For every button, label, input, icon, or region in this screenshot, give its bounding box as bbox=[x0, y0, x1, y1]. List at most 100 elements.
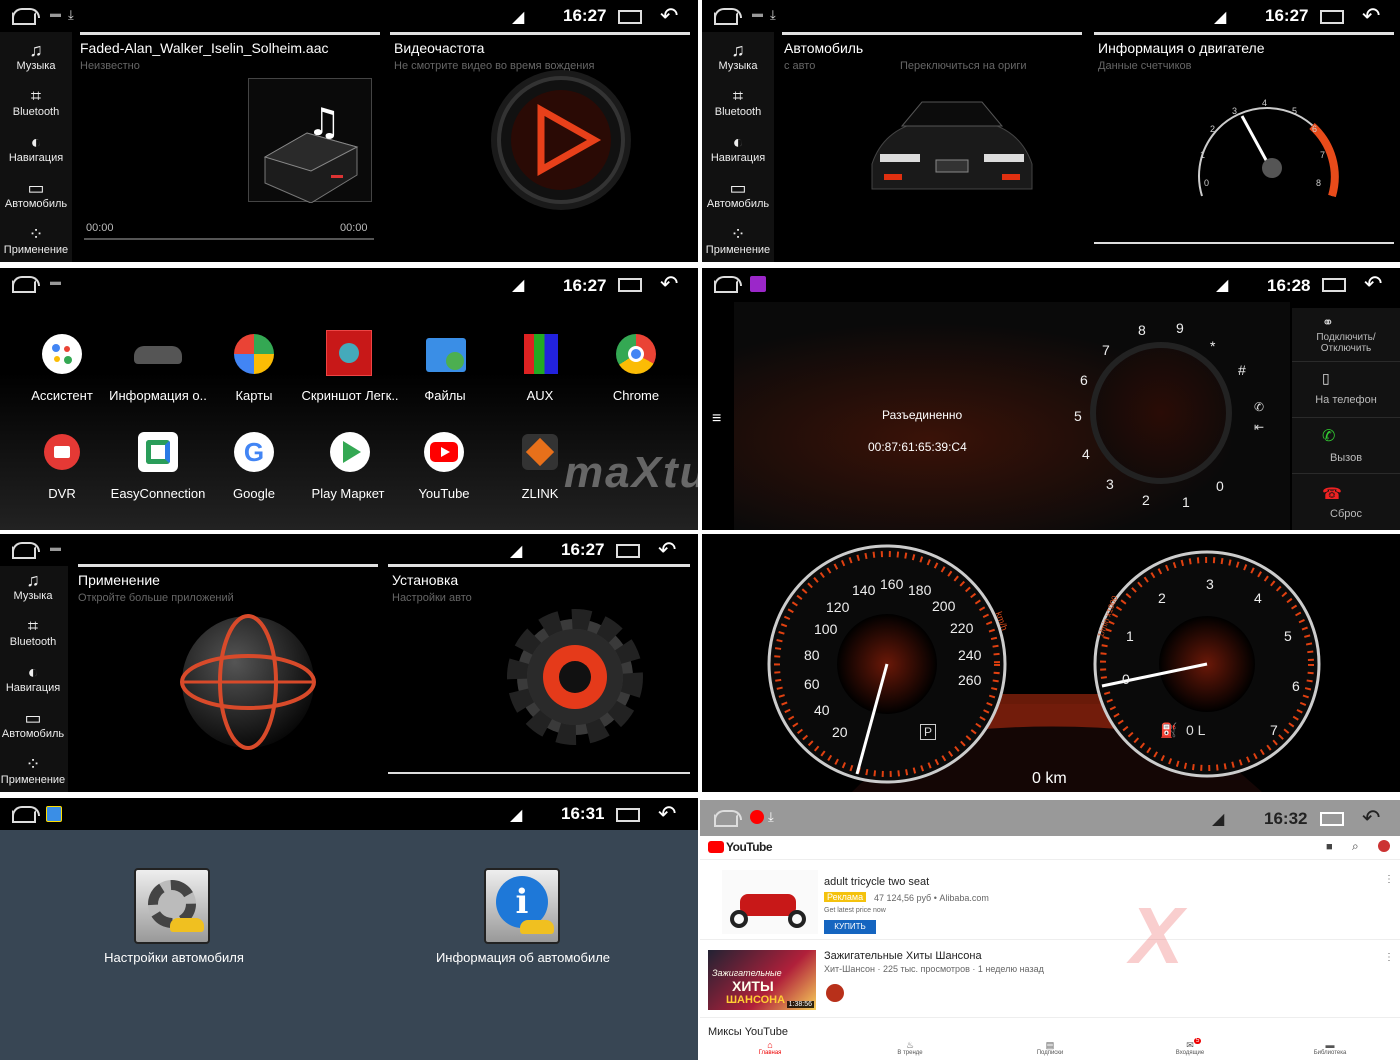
cast-icon[interactable]: ■ bbox=[1326, 841, 1333, 853]
settings-gear-icon bbox=[134, 868, 210, 944]
dial-key[interactable]: 3 bbox=[1106, 476, 1114, 492]
nav-label: Входящие bbox=[1175, 1050, 1205, 1056]
recents-icon[interactable] bbox=[618, 278, 642, 292]
dial-key[interactable]: 5 bbox=[1074, 408, 1082, 424]
sidebar-item-music[interactable]: ♫ Музыка bbox=[0, 570, 66, 602]
progress-bar[interactable] bbox=[84, 238, 374, 240]
account-icon[interactable] bbox=[1378, 840, 1390, 852]
recents-icon[interactable] bbox=[1320, 812, 1344, 826]
time-total: 00:00 bbox=[340, 222, 368, 234]
side-menu: ⚭ Подключить/ Отключить ▯ На телефон ✆ В… bbox=[1292, 308, 1400, 530]
home-icon[interactable] bbox=[12, 806, 40, 823]
home-icon[interactable] bbox=[714, 276, 742, 293]
home-icon[interactable] bbox=[12, 276, 40, 293]
dial-key[interactable]: 7 bbox=[1102, 342, 1110, 358]
sidebar-item-navigation[interactable]: ◐ Навигация bbox=[0, 662, 66, 694]
menu-hangup[interactable]: ☎ Сброс bbox=[1292, 476, 1400, 530]
home-icon[interactable] bbox=[714, 810, 742, 827]
dial-key[interactable]: 2 bbox=[1142, 492, 1150, 508]
home-icon[interactable] bbox=[12, 542, 40, 559]
yt-header: YouTube ■ ⌕ bbox=[700, 836, 1400, 860]
nav-library[interactable]: ▬ Библиотека bbox=[1300, 1040, 1360, 1056]
sidebar-item-car[interactable]: ▭ Автомобиль bbox=[0, 708, 66, 740]
sidebar-item-navigation[interactable]: ◐ Навигация bbox=[702, 132, 774, 164]
sidebar-item-apps[interactable]: ⁘ Применение bbox=[0, 224, 72, 256]
car-card[interactable]: Автомобиль с авто Переключиться на ориги bbox=[780, 36, 1086, 256]
dial-ring bbox=[1090, 342, 1232, 484]
home-icon[interactable] bbox=[12, 8, 40, 25]
home-icon[interactable] bbox=[714, 8, 742, 25]
more-icon[interactable]: ⋮ bbox=[1384, 874, 1394, 885]
inbox-icon: ✉ bbox=[1186, 1040, 1194, 1050]
video-card[interactable]: Видеочастота Не смотрите видео во время … bbox=[390, 36, 690, 256]
back-icon[interactable]: ↶ bbox=[660, 3, 678, 29]
sidebar-item-apps[interactable]: ⁘ Применение bbox=[702, 224, 774, 256]
back-icon[interactable]: ↶ bbox=[658, 537, 676, 563]
video-item[interactable]: Зажигательные ХИТЫ ШАНСОНА 1:38:56 Зажиг… bbox=[700, 942, 1400, 1018]
car-info-button[interactable]: i Информация об автомобиле bbox=[420, 868, 626, 978]
recents-icon[interactable] bbox=[1320, 10, 1344, 24]
nav-inbox[interactable]: ✉ 5 Входящие bbox=[1160, 1038, 1220, 1056]
dial-key[interactable]: # bbox=[1238, 362, 1246, 378]
sidebar-item-car[interactable]: ▭ Автомобиль bbox=[0, 178, 72, 210]
dial-key[interactable]: 1 bbox=[1182, 494, 1190, 510]
dial-key[interactable]: 4 bbox=[1082, 446, 1090, 462]
dial-key[interactable]: 0 bbox=[1216, 478, 1224, 494]
back-icon[interactable]: ↶ bbox=[1362, 3, 1380, 29]
more-icon[interactable]: ⋮ bbox=[1384, 952, 1394, 963]
dial-key[interactable]: 6 bbox=[1080, 372, 1088, 388]
back-icon[interactable]: ↶ bbox=[1364, 271, 1382, 297]
youtube-logo-icon[interactable] bbox=[708, 841, 724, 853]
call-icon[interactable]: ✆ bbox=[1254, 400, 1264, 414]
menu-connect[interactable]: ⚭ Подключить/ Отключить bbox=[1292, 308, 1400, 362]
nav-trending[interactable]: ♨ В тренде bbox=[880, 1040, 940, 1056]
speed-tick: 160 bbox=[880, 576, 904, 592]
car-settings-button[interactable]: Настройки автомобиля bbox=[94, 868, 254, 978]
download-icon: ⤓ bbox=[768, 809, 774, 824]
nav-home[interactable]: ⌂ Главная bbox=[740, 1040, 800, 1056]
recents-icon[interactable] bbox=[618, 10, 642, 24]
dial-key[interactable]: * bbox=[1210, 338, 1215, 354]
recents-icon[interactable] bbox=[616, 808, 640, 822]
car-icon: ▬ bbox=[752, 8, 763, 20]
apps-card[interactable]: Применение Откройте больше приложений bbox=[74, 568, 380, 788]
channel-avatar[interactable] bbox=[826, 984, 844, 1002]
back-icon[interactable]: ↶ bbox=[660, 271, 678, 297]
search-icon[interactable]: ⌕ bbox=[1352, 839, 1359, 854]
car-switch-link[interactable]: Переключиться на ориги bbox=[900, 60, 1027, 72]
ad-item[interactable]: adult tricycle two seat Реклама 47 124,5… bbox=[700, 862, 1400, 940]
gear-indicator: P bbox=[920, 724, 936, 740]
youtube-notification-icon bbox=[750, 810, 764, 824]
sidebar-item-apps[interactable]: ⁘ Применение bbox=[0, 754, 66, 786]
settings-card[interactable]: Установка Настройки авто bbox=[388, 568, 690, 788]
thumb-text: ШАНСОНА bbox=[726, 994, 786, 1006]
menu-call[interactable]: ✆ Вызов bbox=[1292, 420, 1400, 474]
recents-icon[interactable] bbox=[1322, 278, 1346, 292]
sidebar-item-car[interactable]: ▭ Автомобиль bbox=[702, 178, 774, 210]
card-divider bbox=[80, 32, 380, 35]
sidebar-item-music[interactable]: ♫ Музыка bbox=[702, 40, 774, 72]
thumb-text: Зажигательные bbox=[712, 968, 782, 978]
panel-phone-dialer: ◢ 16:28 ↶ ≡ Разъединенно 00:87:61:65:39:… bbox=[702, 268, 1400, 530]
sidebar-item-bluetooth[interactable]: ⌗ Bluetooth bbox=[0, 86, 72, 118]
back-icon[interactable]: ↶ bbox=[658, 801, 676, 827]
ad-buy-button[interactable]: КУПИТЬ bbox=[824, 920, 876, 934]
redial-icon[interactable]: ⇤ bbox=[1254, 420, 1264, 434]
bt-status: Разъединенно bbox=[882, 408, 963, 422]
back-icon[interactable]: ↶ bbox=[1362, 805, 1380, 831]
dial-key[interactable]: 8 bbox=[1138, 322, 1146, 338]
status-bar: ▬ ◢ 16:27 ↶ bbox=[0, 534, 698, 566]
sidebar-item-navigation[interactable]: ◐ Навигация bbox=[0, 132, 72, 164]
sidebar-item-bluetooth[interactable]: ⌗ Bluetooth bbox=[702, 86, 774, 118]
recents-icon[interactable] bbox=[616, 544, 640, 558]
sidebar-item-bluetooth[interactable]: ⌗ Bluetooth bbox=[0, 616, 66, 648]
menu-to-phone[interactable]: ▯ На телефон bbox=[1292, 364, 1400, 418]
nav-subscriptions[interactable]: ▤ Подписки bbox=[1020, 1040, 1080, 1056]
sidebar-item-music[interactable]: ♫ Музыка bbox=[0, 40, 72, 72]
dial-key[interactable]: 9 bbox=[1176, 320, 1184, 336]
engine-card[interactable]: Информация о двигателе Данные счетчиков … bbox=[1094, 36, 1394, 256]
app-label: Файлы bbox=[424, 388, 466, 403]
menu-toggle-icon[interactable]: ≡ bbox=[712, 410, 721, 428]
music-card[interactable]: Faded-Alan_Walker_Iselin_Solheim.aac Неи… bbox=[76, 36, 384, 256]
car-subtitle: с авто bbox=[784, 60, 816, 72]
